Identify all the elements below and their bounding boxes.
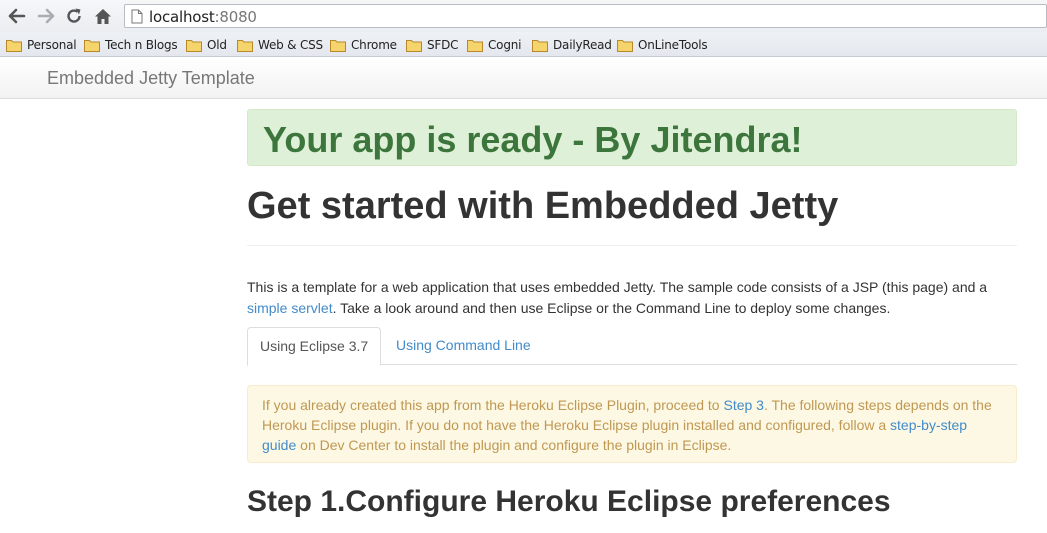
folder-icon: [186, 39, 202, 52]
reload-icon[interactable]: [63, 5, 85, 27]
folder-icon: [467, 39, 483, 52]
tab-using-eclipse[interactable]: Using Eclipse 3.7: [247, 327, 381, 366]
intro-paragraph: This is a template for a web application…: [247, 277, 1017, 319]
bookmark-old[interactable]: Old: [186, 36, 227, 54]
page-title: Get started with Embedded Jetty: [247, 185, 839, 227]
folder-icon: [84, 39, 100, 52]
intro-text-1: This is a template for a web application…: [247, 279, 988, 295]
tab-using-command-line[interactable]: Using Command Line: [384, 327, 543, 365]
home-icon[interactable]: [92, 5, 114, 27]
intro-text-2: . Take a look around and then use Eclips…: [332, 300, 891, 316]
notice-text-3: on Dev Center to install the plugin and …: [296, 437, 732, 453]
eclipse-notice: If you already created this app from the…: [247, 385, 1017, 463]
bookmark-label: Personal: [27, 38, 77, 52]
bookmark-personal[interactable]: Personal: [6, 36, 77, 54]
folder-icon: [406, 39, 422, 52]
tab-bar: Using Eclipse 3.7 Using Command Line: [247, 327, 1017, 366]
browser-toolbar: localhost:8080: [0, 0, 1047, 32]
back-icon[interactable]: [6, 5, 28, 27]
bookmark-sfdc[interactable]: SFDC: [406, 36, 459, 54]
bookmark-dailyread[interactable]: DailyRead: [532, 36, 612, 54]
title-divider: [247, 245, 1017, 246]
folder-icon: [6, 39, 22, 52]
url-port: :8080: [214, 8, 257, 26]
bookmarks-bar: Personal Tech n Blogs Old Web & CSS Chro…: [0, 32, 1047, 57]
folder-icon: [617, 39, 633, 52]
url-host: localhost: [149, 8, 215, 26]
forward-icon[interactable]: [35, 5, 57, 27]
bookmark-label: DailyRead: [553, 38, 612, 52]
bookmark-label: Chrome: [351, 38, 397, 52]
notice-text-1: If you already created this app from the…: [262, 397, 724, 413]
bookmark-label: Web & CSS: [258, 38, 323, 52]
success-banner: Your app is ready - By Jitendra!: [247, 109, 1017, 166]
url-text: localhost:8080: [149, 8, 257, 26]
bookmark-tech-n-blogs[interactable]: Tech n Blogs: [84, 36, 178, 54]
bookmark-chrome[interactable]: Chrome: [330, 36, 397, 54]
bookmark-label: SFDC: [427, 38, 459, 52]
bookmark-label: Old: [207, 38, 227, 52]
step-1-heading: Step 1.Configure Heroku Eclipse preferen…: [247, 485, 891, 518]
bookmark-cogni[interactable]: Cogni: [467, 36, 521, 54]
page-icon: [131, 9, 143, 29]
bookmark-web-css[interactable]: Web & CSS: [237, 36, 323, 54]
bookmark-label: OnLineTools: [638, 38, 708, 52]
folder-icon: [330, 39, 346, 52]
folder-icon: [237, 39, 253, 52]
simple-servlet-link[interactable]: simple servlet: [247, 300, 333, 316]
banner-heading: Your app is ready - By Jitendra!: [263, 119, 803, 160]
folder-icon: [532, 39, 548, 52]
address-bar[interactable]: localhost:8080: [124, 4, 1047, 28]
page-navbar: Embedded Jetty Template: [0, 58, 1047, 99]
step-3-link[interactable]: Step 3: [723, 397, 763, 413]
bookmark-onlinetools[interactable]: OnLineTools: [617, 36, 708, 54]
bookmark-label: Tech n Blogs: [105, 38, 178, 52]
bookmark-label: Cogni: [488, 38, 522, 52]
navbar-brand[interactable]: Embedded Jetty Template: [47, 68, 255, 89]
